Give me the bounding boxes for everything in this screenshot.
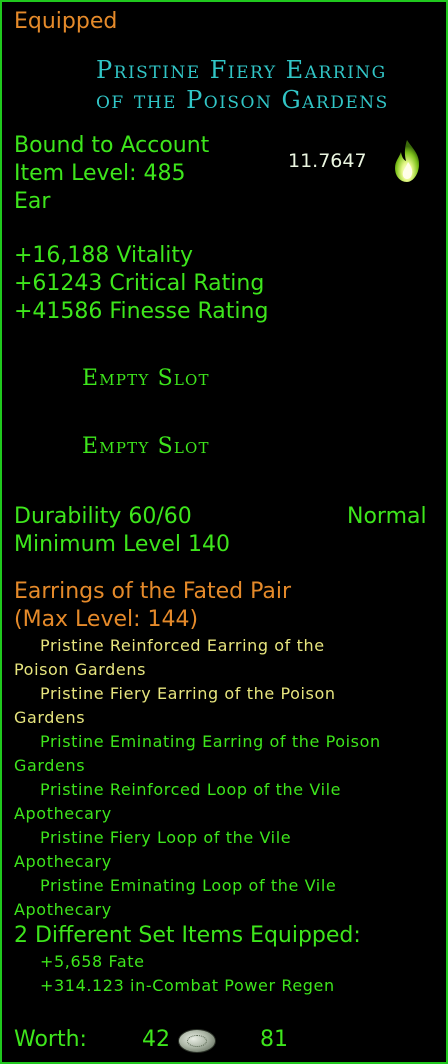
durability-text: Durability 60/60	[14, 504, 192, 529]
essence-slot-1: Empty Slot	[82, 366, 210, 391]
silver-coin-icon	[178, 1029, 216, 1053]
essence-slot-2: Empty Slot	[82, 434, 210, 459]
item-score: 11.7647	[288, 150, 367, 172]
worth-gold: 42	[142, 1027, 170, 1052]
set-item-2-line1: Pristine Fiery Earring of the Poison	[40, 684, 336, 703]
set-item-1-line1: Pristine Reinforced Earring of the	[40, 636, 325, 655]
binding-text: Bound to Account	[14, 133, 210, 158]
set-item-3-line1: Pristine Eminating Earring of the Poison	[40, 732, 381, 751]
set-bonus-fate: +5,658 Fate	[40, 952, 145, 971]
set-item-2-line2: Gardens	[14, 708, 86, 727]
set-item-4-line2: Apothecary	[14, 804, 112, 823]
item-tooltip: Equipped Pristine Fiery Earring of the P…	[0, 0, 448, 1064]
item-name-line1: Pristine Fiery Earring	[96, 56, 387, 84]
minimum-level-text: Minimum Level 140	[14, 532, 231, 557]
item-slot-text: Ear	[14, 189, 51, 214]
item-name-line2: of the Poison Gardens	[96, 86, 389, 114]
set-bonus-header: 2 Different Set Items Equipped:	[14, 923, 361, 948]
green-flame-icon	[390, 138, 424, 184]
set-item-6-line1: Pristine Eminating Loop of the Vile	[40, 876, 337, 895]
set-name: Earrings of the Fated Pair	[14, 579, 292, 604]
quality-text: Normal	[347, 504, 427, 529]
stat-critical-rating: +61243 Critical Rating	[14, 271, 265, 296]
set-item-3-line2: Gardens	[14, 756, 86, 775]
item-level-text: Item Level: 485	[14, 161, 186, 186]
stat-vitality: +16,188 Vitality	[14, 243, 194, 268]
set-item-5-line2: Apothecary	[14, 852, 112, 871]
set-bonus-power-regen: +314.123 in-Combat Power Regen	[40, 976, 335, 995]
set-item-1-line2: Poison Gardens	[14, 660, 147, 679]
set-item-5-line1: Pristine Fiery Loop of the Vile	[40, 828, 292, 847]
set-item-6-line2: Apothecary	[14, 900, 112, 919]
set-max-level: (Max Level: 144)	[14, 607, 199, 632]
set-item-4-line1: Pristine Reinforced Loop of the Vile	[40, 780, 342, 799]
worth-label: Worth:	[14, 1027, 87, 1052]
equipped-label: Equipped	[14, 9, 118, 34]
stat-finesse-rating: +41586 Finesse Rating	[14, 299, 269, 324]
worth-silver: 81	[260, 1027, 288, 1052]
